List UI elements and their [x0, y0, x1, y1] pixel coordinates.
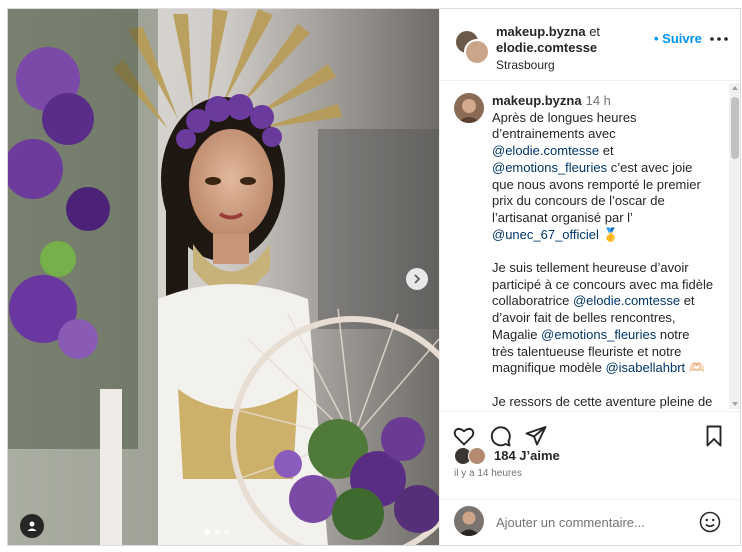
- avatar: [464, 39, 490, 65]
- likes-row[interactable]: 184 J’aime: [454, 445, 560, 465]
- action-bar: [440, 411, 740, 447]
- mention-link[interactable]: @elodie.comtesse: [492, 143, 599, 158]
- chevron-right-icon: [414, 274, 421, 284]
- avatar: [468, 447, 486, 465]
- post-side-panel: makeup.byzna et elodie.comtesse Strasbou…: [439, 9, 740, 545]
- carousel-dot: [224, 529, 230, 535]
- mention-link[interactable]: @isabellahbrt: [605, 360, 685, 375]
- post-header: makeup.byzna et elodie.comtesse Strasbou…: [440, 9, 740, 81]
- mention-link[interactable]: @emotions_fleuries: [492, 160, 607, 175]
- avatar-image: [454, 506, 484, 536]
- caption-segment: Je ressors de cette aventure pleine de r…: [492, 393, 713, 411]
- comment-input[interactable]: [496, 512, 692, 532]
- author-names: makeup.byzna et elodie.comtesse Strasbou…: [496, 24, 616, 73]
- mention-link[interactable]: @elodie.comtesse: [573, 293, 680, 308]
- post-photo[interactable]: [8, 9, 439, 545]
- caption-scrollbar[interactable]: [729, 83, 740, 409]
- scroll-down-arrow[interactable]: [732, 402, 738, 406]
- and-text: et: [585, 24, 601, 39]
- tagged-users-button[interactable]: [20, 514, 44, 538]
- carousel-dot: [204, 529, 210, 535]
- post-dialog: makeup.byzna et elodie.comtesse Strasbou…: [7, 8, 741, 546]
- mention-link[interactable]: @emotions_fleuries: [541, 327, 656, 342]
- caption-body: Après de longues heures d’entrainements …: [492, 110, 714, 411]
- location-link[interactable]: Strasbourg: [496, 57, 616, 73]
- caption-segment: 🥇: [598, 226, 619, 242]
- bookmark-icon[interactable]: [702, 424, 726, 448]
- carousel-dot: [214, 529, 220, 535]
- coauthor-username[interactable]: elodie.comtesse: [496, 40, 597, 55]
- carousel-indicator: [204, 529, 230, 535]
- carousel-next-button[interactable]: [406, 268, 428, 290]
- caption-text: makeup.byzna 14 h Après de longues heures…: [492, 93, 714, 411]
- post-timestamp[interactable]: il y a 14 heures: [454, 468, 522, 479]
- avatar[interactable]: [454, 93, 484, 123]
- caption-author[interactable]: makeup.byzna: [492, 93, 582, 108]
- caption-segment: et: [599, 143, 614, 159]
- avatar: [454, 506, 484, 536]
- liker-avatars: [454, 445, 490, 465]
- avatar-image: [454, 93, 484, 123]
- caption-time: 14 h: [585, 93, 611, 108]
- author-avatars[interactable]: [454, 29, 490, 65]
- user-tag-icon: [27, 521, 37, 531]
- caption-paragraph: Après de longues heures d’entrainements …: [492, 110, 714, 244]
- comment-bar: [440, 499, 740, 545]
- caption-segment: Après de longues heures d’entrainements …: [492, 109, 637, 142]
- scroll-up-arrow[interactable]: [732, 86, 738, 90]
- caption-segment: 🫶🏻: [685, 360, 705, 376]
- more-horizontal-icon[interactable]: [708, 31, 730, 47]
- likes-count[interactable]: 184 J’aime: [494, 448, 560, 463]
- photo-image: [8, 9, 439, 545]
- scroll-thumb[interactable]: [731, 97, 739, 159]
- caption-paragraph: Je suis tellement heureuse d’avoir parti…: [492, 260, 714, 377]
- follow-button[interactable]: • Suivre: [654, 31, 702, 46]
- smiley-icon[interactable]: [698, 510, 722, 534]
- caption-scroll-area[interactable]: makeup.byzna 14 h Après de longues heures…: [440, 81, 740, 411]
- caption-paragraph: Je ressors de cette aventure pleine de r…: [492, 394, 714, 411]
- mention-link[interactable]: @unec_67_officiel: [492, 227, 599, 242]
- author-username[interactable]: makeup.byzna: [496, 24, 586, 39]
